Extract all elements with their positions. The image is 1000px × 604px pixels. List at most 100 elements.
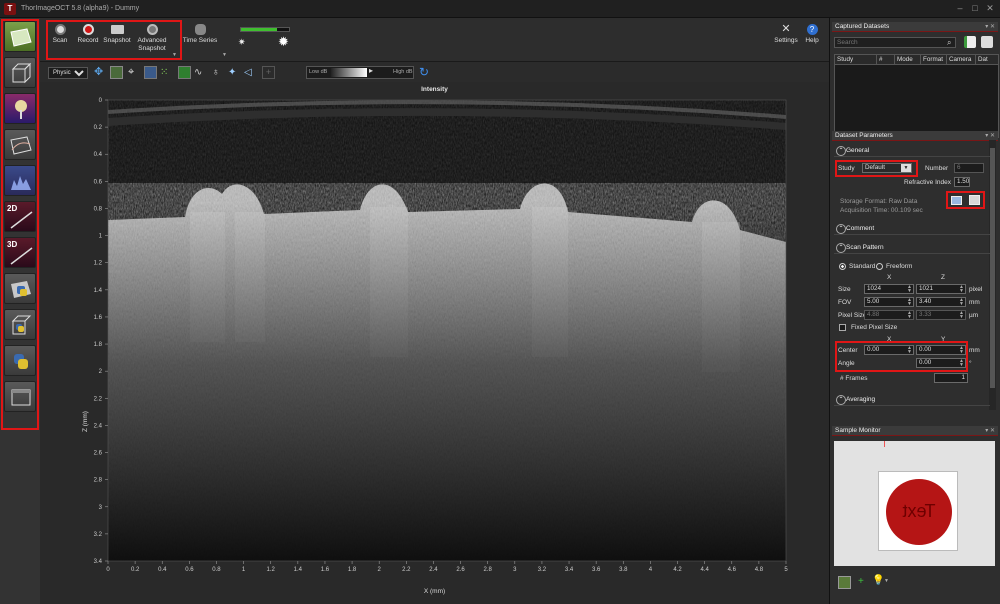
comment-section-header[interactable]: Comment bbox=[834, 223, 990, 235]
fixed-pixel-size-checkbox[interactable] bbox=[839, 324, 846, 331]
center-y-field[interactable]: 0.00 ▲ ▼ bbox=[916, 345, 966, 355]
slice-icon[interactable] bbox=[144, 66, 157, 79]
mode-button-spectrum[interactable] bbox=[4, 165, 36, 196]
lightbulb-dropdown-icon[interactable]: ▼ bbox=[884, 578, 889, 584]
db-handle-icon[interactable]: ▸ bbox=[369, 66, 373, 75]
edit-icon[interactable] bbox=[969, 195, 980, 205]
sample-camera-view[interactable]: Text bbox=[834, 441, 995, 566]
spinner-icon[interactable]: ▲ ▼ bbox=[907, 298, 912, 307]
snapshot-button[interactable]: Snapshot bbox=[102, 24, 132, 45]
refresh-icon[interactable]: ↻ bbox=[419, 66, 432, 79]
time-series-dropdown-icon[interactable]: ▼ bbox=[222, 52, 227, 58]
time-series-button[interactable]: Time Series bbox=[182, 24, 218, 45]
parameters-scrollbar[interactable] bbox=[989, 140, 996, 410]
close-icon[interactable]: ✕ bbox=[985, 3, 995, 13]
unit-select[interactable]: Physical bbox=[48, 67, 88, 79]
angle-field[interactable]: 0.00 ▲ ▼ bbox=[916, 358, 966, 368]
mode-button-3d[interactable]: 3D bbox=[4, 237, 36, 268]
search-icon[interactable]: ⌕ bbox=[947, 38, 951, 48]
x-tick-label: 3.4 bbox=[565, 567, 574, 573]
calendar-icon[interactable] bbox=[178, 66, 191, 79]
spinner-icon[interactable]: ▲ ▼ bbox=[907, 311, 912, 320]
mode-button-python-2d[interactable] bbox=[4, 273, 36, 304]
maximize-icon[interactable]: □ bbox=[970, 3, 980, 13]
pixel-size-x-value: 4.88 bbox=[867, 311, 880, 318]
refractive-index-field[interactable]: 1.50 bbox=[954, 177, 970, 187]
sparkle-icon[interactable]: ✦ bbox=[228, 66, 241, 79]
center-x-field[interactable]: 0.00 ▲ ▼ bbox=[864, 345, 914, 355]
fov-x-field[interactable]: 5.00 ▲ ▼ bbox=[864, 297, 914, 307]
mode-button-3d-volume[interactable] bbox=[4, 57, 36, 88]
spinner-icon[interactable]: ▲ ▼ bbox=[959, 346, 964, 355]
import-dataset-icon[interactable] bbox=[981, 36, 993, 48]
lightbulb-icon[interactable]: ♁ bbox=[212, 66, 225, 79]
column-data[interactable]: Dat bbox=[976, 55, 998, 64]
settings-button[interactable]: ✕ Settings bbox=[774, 24, 798, 45]
advanced-snapshot-button[interactable]: Advanced Snapshot bbox=[134, 24, 170, 53]
sample-monitor-title: Sample Monitor bbox=[835, 427, 881, 434]
mode-button-probe[interactable] bbox=[4, 93, 36, 124]
scan-pattern-section-header[interactable]: Scan Pattern bbox=[834, 242, 990, 254]
scrollbar-thumb[interactable] bbox=[990, 148, 995, 388]
y-tick-label: 0.6 bbox=[94, 179, 103, 185]
number-field[interactable]: 6 bbox=[954, 163, 984, 173]
db-range-slider[interactable]: Low dB ▸ High dB bbox=[306, 66, 414, 79]
scan-button[interactable]: Scan bbox=[50, 24, 70, 45]
mode-button-window[interactable] bbox=[4, 381, 36, 412]
column-camera[interactable]: Camera bbox=[947, 55, 976, 64]
study-select[interactable]: Default ▼ bbox=[862, 163, 912, 173]
spinner-icon[interactable]: ▲ ▼ bbox=[907, 285, 912, 294]
column-mode[interactable]: Mode bbox=[895, 55, 921, 64]
spinner-icon[interactable]: ▲ ▼ bbox=[959, 311, 964, 320]
spinner-icon[interactable]: ▲ ▼ bbox=[959, 285, 964, 294]
mode-button-2d-image[interactable] bbox=[4, 21, 36, 52]
column-study[interactable]: Study bbox=[835, 55, 877, 64]
mode-button-line-scan[interactable] bbox=[4, 129, 36, 160]
spinner-icon[interactable]: ▲ ▼ bbox=[907, 346, 912, 355]
brightness-low-icon[interactable]: ✷ bbox=[238, 37, 246, 48]
fov-z-field[interactable]: 3.40 ▲ ▼ bbox=[916, 297, 966, 307]
record-button[interactable]: Record bbox=[76, 24, 100, 45]
captured-datasets-title: Captured Datasets bbox=[835, 23, 890, 30]
beam-icon[interactable]: ◁ bbox=[244, 66, 257, 79]
fit-icon[interactable]: ✥ bbox=[94, 66, 107, 79]
standard-radio[interactable] bbox=[839, 263, 846, 270]
scatter-icon[interactable]: ⁙ bbox=[160, 66, 173, 79]
size-z-field[interactable]: 1021 ▲ ▼ bbox=[916, 284, 966, 294]
pin-icon[interactable]: ▾ ✕ bbox=[985, 22, 995, 32]
line-chart-icon[interactable]: ∿ bbox=[194, 66, 207, 79]
frames-field[interactable]: 1 bbox=[934, 373, 968, 383]
y-tick-label: 0.2 bbox=[94, 125, 103, 131]
minimize-icon[interactable]: – bbox=[955, 3, 965, 13]
y-axis-label: Z (mm) bbox=[82, 411, 89, 432]
mode-button-python-3d[interactable] bbox=[4, 309, 36, 340]
window-title: ThorImageOCT 5.8 (alpha9) - Dummy bbox=[21, 5, 140, 12]
mode-button-2d[interactable]: 2D bbox=[4, 201, 36, 232]
new-dataset-icon[interactable] bbox=[964, 36, 976, 48]
size-x-field[interactable]: 1024 ▲ ▼ bbox=[864, 284, 914, 294]
column-format[interactable]: Format bbox=[921, 55, 947, 64]
advanced-snapshot-dropdown-icon[interactable]: ▼ bbox=[172, 52, 177, 58]
pixel-size-z-field[interactable]: 3.33 ▲ ▼ bbox=[916, 310, 966, 320]
dataset-search-input[interactable] bbox=[834, 37, 956, 48]
pin-icon[interactable]: ▾ ✕ bbox=[985, 426, 995, 436]
freeform-radio[interactable] bbox=[876, 263, 883, 270]
help-button[interactable]: ? Help bbox=[802, 24, 822, 45]
brightness-high-icon[interactable]: ✹ bbox=[278, 34, 289, 50]
image-view-icon[interactable] bbox=[110, 66, 123, 79]
spinner-icon[interactable]: ▲ ▼ bbox=[959, 298, 964, 307]
camera-tool-icon[interactable] bbox=[838, 576, 851, 589]
add-icon[interactable]: + bbox=[858, 576, 864, 587]
lightbulb-icon[interactable]: 💡 bbox=[872, 575, 884, 586]
x-tick-label: 2.4 bbox=[429, 567, 438, 573]
crosshair-icon[interactable]: ⌖ bbox=[128, 66, 141, 79]
general-section-header[interactable]: General bbox=[834, 145, 990, 157]
add-disabled-icon[interactable]: + bbox=[262, 66, 275, 79]
column-number[interactable]: # bbox=[877, 55, 895, 64]
mode-button-python[interactable] bbox=[4, 345, 36, 376]
averaging-section-header[interactable]: Averaging bbox=[834, 394, 990, 406]
pixel-size-x-field[interactable]: 4.88 ▲ ▼ bbox=[864, 310, 914, 320]
save-icon[interactable] bbox=[951, 196, 962, 205]
x-tick-label: 0 bbox=[106, 567, 110, 573]
spinner-icon[interactable]: ▲ ▼ bbox=[959, 359, 964, 368]
